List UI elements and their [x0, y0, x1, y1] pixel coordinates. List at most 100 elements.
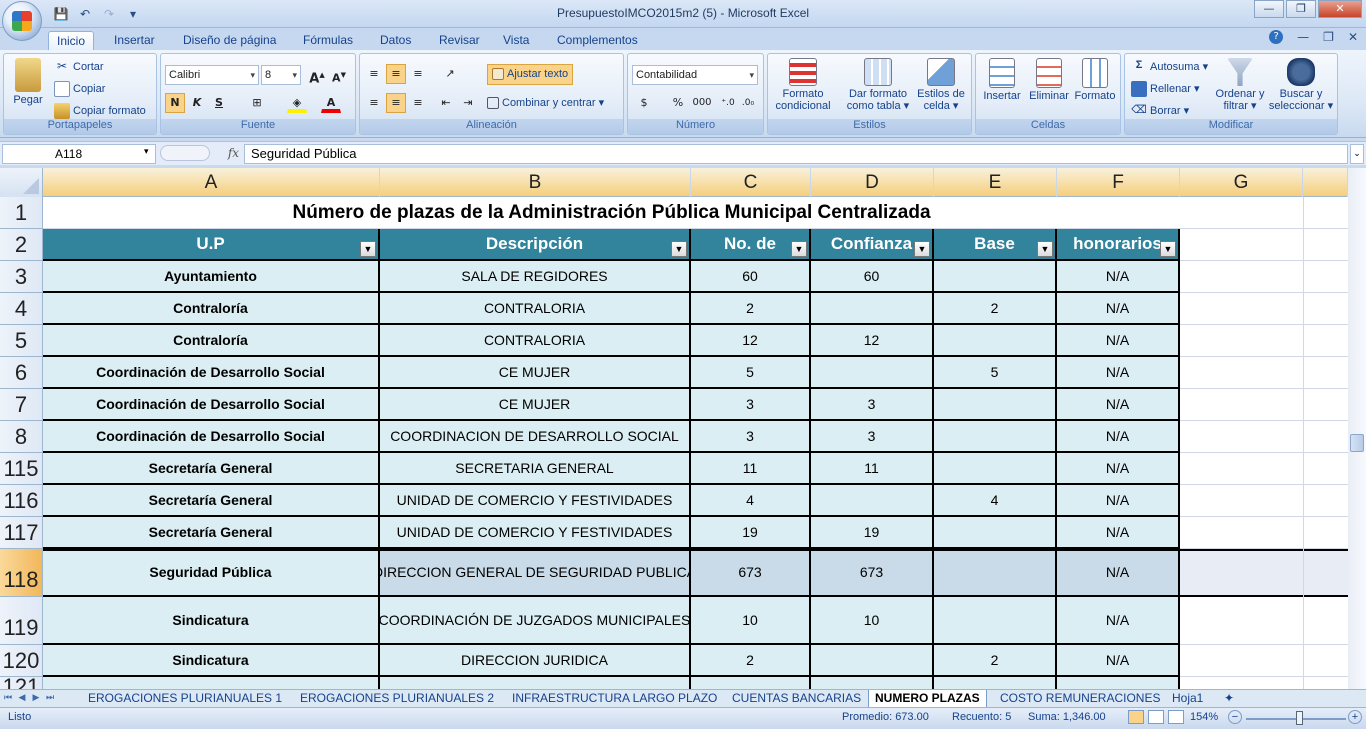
sheet-tab-numero-plazas[interactable]: NUMERO PLAZAS [868, 690, 987, 707]
table-cell[interactable]: N/A [1057, 645, 1180, 677]
table-cell[interactable]: SECRETARIA GENERAL [380, 453, 691, 485]
thousands-button[interactable]: 000 [690, 93, 714, 113]
column-header-b[interactable]: B [380, 168, 691, 197]
format-cells-button[interactable]: Formato [1072, 58, 1118, 102]
orientation-icon[interactable]: ↗ [440, 64, 460, 84]
row-header-2[interactable]: 2 [0, 229, 43, 261]
select-all-corner[interactable] [0, 168, 43, 197]
increase-decimal-icon[interactable]: ⁺.0 [718, 93, 738, 113]
formula-toggle-icon[interactable] [160, 145, 210, 161]
sheet-tab-cuentas[interactable]: CUENTAS BANCARIAS [726, 690, 867, 707]
row-header-1[interactable]: 1 [0, 197, 43, 229]
tab-vista[interactable]: Vista [495, 31, 537, 50]
last-sheet-icon[interactable]: ⏭ [44, 691, 56, 706]
vertical-scrollbar[interactable] [1348, 168, 1366, 689]
table-cell[interactable]: Coordinación de Desarrollo Social [43, 421, 380, 453]
row-header-116[interactable]: 116 [0, 485, 43, 517]
table-cell[interactable]: 11 [691, 453, 811, 485]
align-middle-icon[interactable]: ≡ [386, 64, 406, 84]
copy-button[interactable]: Copiar [54, 81, 105, 97]
table-cell[interactable]: Contraloría [43, 325, 380, 357]
table-cell[interactable]: 5 [934, 357, 1057, 389]
table-cell[interactable]: N/A [1057, 357, 1180, 389]
table-cell[interactable] [934, 549, 1057, 597]
table-cell[interactable]: Seguridad Pública [43, 549, 380, 597]
tab-inicio[interactable]: Inicio [48, 31, 95, 50]
align-center-icon[interactable]: ≡ [386, 93, 406, 113]
row-header-115[interactable]: 115 [0, 453, 43, 485]
tab-insertar[interactable]: Insertar [106, 31, 163, 50]
table-cell[interactable]: Secretaría General [43, 517, 380, 549]
font-color-icon[interactable]: A [321, 93, 341, 113]
table-cell[interactable]: N/A [1057, 485, 1180, 517]
table-cell[interactable] [1057, 677, 1180, 689]
prev-sheet-icon[interactable]: ◀ [16, 691, 28, 706]
clear-button[interactable]: ⌫ Borrar ▾ [1131, 103, 1189, 119]
table-cell[interactable]: 4 [934, 485, 1057, 517]
sheet-tab-costo[interactable]: COSTO REMUNERACIONES [994, 690, 1166, 707]
row-header-3[interactable]: 3 [0, 261, 43, 293]
sheet-tab-erogaciones-1[interactable]: EROGACIONES PLURIANUALES 1 [82, 690, 288, 707]
help-icon[interactable]: ? [1269, 30, 1284, 44]
row-header-119[interactable]: 119 [0, 597, 43, 645]
table-cell[interactable]: 10 [691, 597, 811, 645]
number-format-combo[interactable]: Contabilidad [632, 65, 758, 85]
table-cell[interactable]: 2 [691, 293, 811, 325]
formula-input[interactable]: Seguridad Pública [244, 144, 1348, 164]
column-header-d[interactable]: D [811, 168, 934, 197]
table-cell[interactable] [934, 517, 1057, 549]
first-sheet-icon[interactable]: ⏮ [2, 691, 14, 706]
table-cell[interactable]: 19 [691, 517, 811, 549]
align-bottom-icon[interactable]: ≡ [408, 64, 428, 84]
office-button[interactable] [2, 1, 42, 41]
insert-cells-button[interactable]: Insertar [979, 58, 1025, 102]
wrap-text-button[interactable]: Ajustar texto [487, 64, 574, 85]
table-cell[interactable]: 4 [691, 485, 811, 517]
table-cell[interactable]: N/A [1057, 389, 1180, 421]
table-cell[interactable]: 60 [691, 261, 811, 293]
borders-icon[interactable]: ⊞ [247, 93, 267, 113]
font-size-combo[interactable]: 8 [261, 65, 301, 85]
conditional-format-button[interactable]: Formato condicional [772, 58, 834, 112]
table-cell[interactable]: 12 [811, 325, 934, 357]
table-cell[interactable] [43, 677, 380, 689]
minimize-ribbon-icon[interactable]: — [1297, 30, 1309, 44]
sort-filter-button[interactable]: Ordenar y filtrar ▾ [1215, 58, 1265, 112]
table-cell[interactable]: 2 [934, 293, 1057, 325]
name-box[interactable]: A118 [2, 144, 156, 164]
row-header-117[interactable]: 117 [0, 517, 43, 549]
row-header-8[interactable]: 8 [0, 421, 43, 453]
filter-dropdown-icon[interactable]: ▼ [671, 241, 687, 257]
name-box-dropdown-icon[interactable]: ▾ [144, 147, 149, 157]
spreadsheet-grid[interactable]: ABCDEFG 1 Número de plazas de la Administ… [0, 168, 1348, 689]
table-cell[interactable]: N/A [1057, 421, 1180, 453]
table-cell[interactable]: 19 [811, 517, 934, 549]
find-select-button[interactable]: Buscar y seleccionar ▾ [1267, 58, 1335, 112]
decrease-font-icon[interactable]: A▼ [329, 65, 349, 85]
insert-function-icon[interactable]: fx [228, 146, 239, 160]
table-cell[interactable]: Contraloría [43, 293, 380, 325]
table-cell[interactable]: 10 [811, 597, 934, 645]
column-header-g[interactable]: G [1180, 168, 1303, 197]
filter-dropdown-icon[interactable]: ▼ [914, 241, 930, 257]
table-cell[interactable]: 3 [691, 389, 811, 421]
table-cell[interactable]: 12 [691, 325, 811, 357]
table-cell[interactable]: N/A [1057, 549, 1180, 597]
table-cell[interactable]: N/A [1057, 293, 1180, 325]
close-workbook-icon[interactable]: ✕ [1348, 30, 1358, 44]
row-header-4[interactable]: 4 [0, 293, 43, 325]
table-cell[interactable] [934, 453, 1057, 485]
row-header-120[interactable]: 120 [0, 645, 43, 677]
table-cell[interactable]: CE MUJER [380, 389, 691, 421]
maximize-button[interactable]: ❐ [1286, 0, 1316, 18]
column-header-a[interactable]: A [43, 168, 380, 197]
table-cell[interactable]: Secretaría General [43, 485, 380, 517]
table-cell[interactable] [934, 389, 1057, 421]
table-cell[interactable]: Sindicatura [43, 645, 380, 677]
row-header-6[interactable]: 6 [0, 357, 43, 389]
delete-cells-button[interactable]: Eliminar [1026, 58, 1072, 102]
table-cell[interactable]: UNIDAD DE COMERCIO Y FESTIVIDADES [380, 485, 691, 517]
underline-button[interactable]: S [209, 93, 229, 113]
table-cell[interactable]: Coordinación de Desarrollo Social [43, 389, 380, 421]
insert-sheet-icon[interactable]: ✦ [1218, 690, 1240, 707]
